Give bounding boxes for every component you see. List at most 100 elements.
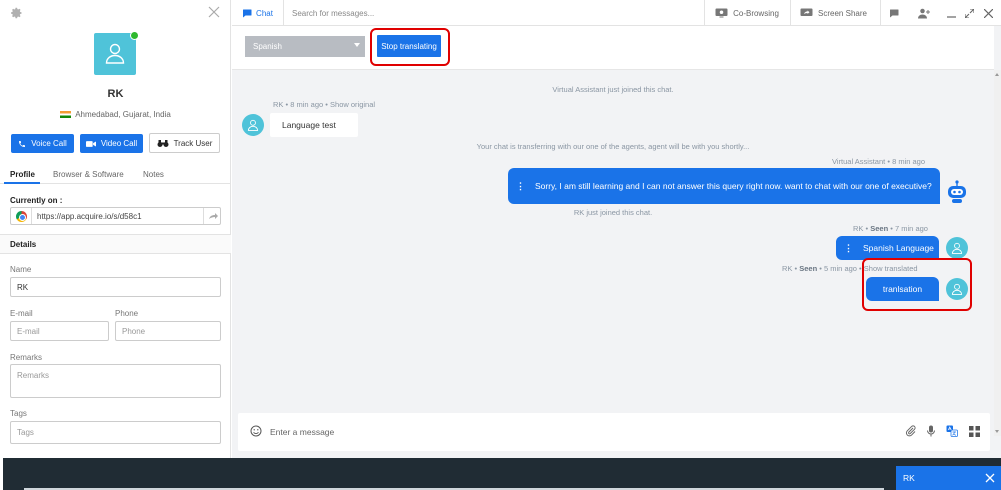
message-time: 8 min ago [892,157,925,166]
minimized-chat-tab[interactable]: RK [896,466,1001,490]
message-meta: Virtual Assistant • 8 min ago [832,157,925,166]
message-button[interactable] [880,0,906,26]
phone-label: Phone [115,309,139,318]
message-time: 7 min ago [895,224,928,233]
video-camera-icon [85,140,96,147]
details-section-header: Details [0,234,231,254]
message-input[interactable] [270,424,830,440]
meta-separator: • [285,100,289,109]
video-call-label: Video Call [100,139,138,148]
visitor-avatar [94,33,136,75]
chevron-down-icon [354,43,360,47]
bottom-taskbar: RK [3,458,1001,490]
seen-status: Seen [799,264,818,273]
open-url-button[interactable] [203,208,220,224]
system-message-va-joined: Virtual Assistant just joined this chat. [552,85,674,94]
more-options-icon[interactable]: ⋮ [516,181,525,192]
expand-button[interactable] [960,0,978,26]
message-bubble: ⋮ Sorry, I am still learning and I can n… [508,168,940,204]
add-user-button[interactable] [911,0,937,26]
gear-icon[interactable] [11,7,23,19]
track-user-button[interactable]: Track User [149,133,220,153]
user-icon [951,283,963,295]
remarks-field[interactable] [10,364,221,398]
sender-name: RK [782,264,793,273]
translation-bar: Spanish Stop translating [232,26,994,70]
online-status-indicator [130,31,139,40]
meta-separator: • [794,264,798,273]
location-text: Ahmedabad, Gujarat, India [75,110,171,119]
stop-translating-button[interactable]: Stop translating [377,35,441,57]
share-arrow-icon [209,213,218,219]
voice-record-button[interactable] [924,424,938,438]
message-text: Sorry, I am still learning and I can not… [535,181,932,191]
sidebar-tabs: Profile Browser & Software Notes [0,166,231,184]
screen-share-icon [800,8,813,16]
apps-grid-icon [968,425,980,437]
tab-browser-software[interactable]: Browser & Software [53,170,124,179]
scroll-up-arrow-icon[interactable] [995,73,999,76]
minimize-button[interactable] [942,0,960,26]
phone-field[interactable] [115,321,221,341]
co-browsing-button[interactable]: Co-Browsing [704,0,789,26]
translate-icon [946,425,958,437]
search-messages-input[interactable] [292,5,592,21]
apps-button[interactable] [967,424,981,438]
active-tab-indicator [4,182,40,184]
chrome-icon [16,211,27,222]
email-field[interactable] [10,321,109,341]
remarks-label: Remarks [10,353,43,362]
message-bubble: Language test [270,113,358,137]
meta-separator: • [819,264,822,273]
translate-button[interactable] [945,424,959,438]
screen-share-label: Screen Share [818,8,867,18]
sender-name: Virtual Assistant [832,157,886,166]
scroll-down-arrow-icon[interactable] [995,430,999,433]
meta-separator: • [865,224,869,233]
message-meta: RK • 8 min ago • Show original [273,100,375,109]
user-icon [247,119,259,131]
selected-language: Spanish [253,42,282,51]
attach-button[interactable] [904,424,918,438]
co-browsing-label: Co-Browsing [733,8,779,18]
sender-name: RK [273,100,284,109]
message-bubble: ⋮ Spanish Language [836,236,939,260]
meta-separator: • [859,264,862,273]
chat-area: Spanish Stop translating Virtual Assista… [232,26,1001,458]
voice-call-button[interactable]: Voice Call [11,134,74,153]
track-user-label: Track User [173,138,213,148]
video-call-button[interactable]: Video Call [80,134,143,153]
close-icon[interactable] [208,6,220,18]
tab-chat[interactable]: Chat [232,0,284,26]
tags-field[interactable] [10,421,221,444]
meta-separator: • [890,224,893,233]
emoji-icon [250,425,262,437]
show-original-link[interactable]: Show original [330,100,375,109]
tab-profile[interactable]: Profile [10,170,35,179]
name-field[interactable] [10,277,221,297]
close-icon[interactable] [985,473,995,483]
tab-notes[interactable]: Notes [143,170,164,179]
name-label: Name [10,265,32,274]
emoji-button[interactable] [249,424,263,438]
minimized-chat-label: RK [903,473,915,483]
chat-scrollbar[interactable] [994,70,1001,436]
microphone-icon [927,425,935,437]
visitor-location: Ahmedabad, Gujarat, India [0,110,231,119]
message-text: tranlsation [882,284,923,294]
meta-separator: • [887,157,890,166]
paperclip-icon [905,425,916,437]
current-url[interactable]: https://app.acquire.io/s/d58c1 [37,212,142,221]
india-flag-icon [60,111,72,118]
screen-share-button[interactable]: Screen Share [790,0,876,26]
language-select[interactable]: Spanish [245,36,365,57]
close-chat-button[interactable] [978,0,998,26]
expand-icon [964,8,974,18]
close-icon [983,8,993,18]
more-options-icon[interactable]: ⋮ [844,243,853,254]
meta-separator: • [325,100,328,109]
message-bubble: tranlsation [866,277,939,301]
co-browsing-icon [715,8,728,18]
chat-header: Chat Co-Browsing Screen Share [232,0,1001,26]
show-translated-link[interactable]: Show translated [864,264,918,273]
